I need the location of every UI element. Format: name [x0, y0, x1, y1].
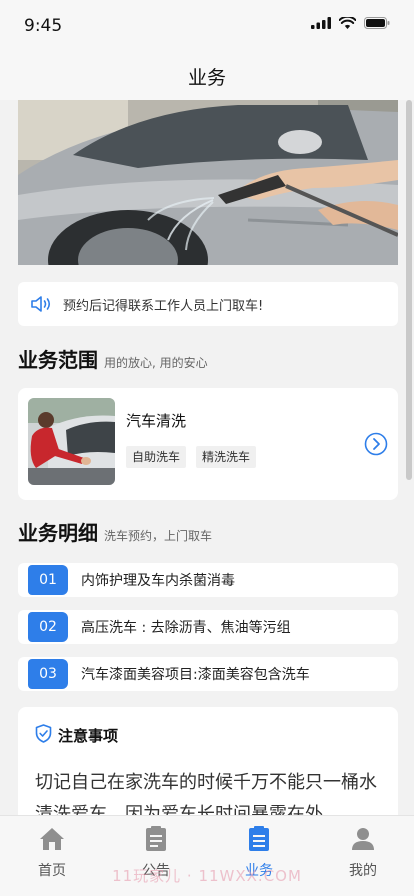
service-card-car-wash[interactable]: 汽车清洗 自助洗车 精洗洗车	[18, 388, 398, 500]
detail-number-badge: 02	[28, 612, 68, 642]
detail-number-badge: 01	[28, 565, 68, 595]
scroll-content[interactable]: 预约后记得联系工作人员上门取车! 业务范围 用的放心, 用的安心 汽车清洗 自助…	[0, 100, 414, 815]
status-icons	[311, 17, 390, 29]
notice-bar: 预约后记得联系工作人员上门取车!	[18, 282, 398, 326]
service-tag-fine-wash[interactable]: 精洗洗车	[196, 446, 257, 468]
chevron-right-circle-icon[interactable]	[364, 432, 388, 456]
caution-header: 注意事项	[35, 724, 118, 747]
watermark-text: 11玩家儿 · 11WXX.COM	[112, 867, 302, 885]
notice-text: 预约后记得联系工作人员上门取车!	[63, 298, 264, 314]
scope-header: 业务范围 用的放心, 用的安心	[18, 344, 208, 373]
section-subtitle-scope: 用的放心, 用的安心	[104, 356, 208, 370]
service-thumbnail-image	[28, 398, 115, 485]
tab-bar: 首页 公告 业务 我的 11玩家儿 · 11WXX.COM	[0, 815, 414, 896]
battery-icon	[364, 17, 390, 29]
detail-item[interactable]: 03 汽车漆面美容项目:漆面美容包含洗车	[18, 657, 398, 691]
section-subtitle-details: 洗车预约，上门取车	[104, 529, 213, 543]
status-bar: 9:45	[0, 0, 414, 50]
page-title: 业务	[187, 67, 226, 89]
banner-car-wash-image[interactable]	[18, 100, 398, 265]
service-tag-self-wash[interactable]: 自助洗车	[126, 446, 187, 468]
service-name: 汽车清洗	[126, 412, 187, 430]
user-icon	[350, 826, 376, 852]
wifi-icon	[339, 17, 356, 29]
scrollbar[interactable]	[406, 100, 412, 480]
caution-body-text: 切记自己在家洗车的时候千万不能只一桶水清洗爱车，因为爱车长时间暴露在外	[35, 772, 377, 815]
caution-title: 注意事项	[58, 727, 119, 745]
details-header: 业务明细 洗车预约，上门取车	[18, 517, 212, 546]
detail-item[interactable]: 01 内饰护理及车内杀菌消毒	[18, 563, 398, 597]
navbar: 业务	[0, 50, 414, 100]
detail-item[interactable]: 02 高压洗车 : 去除沥青、焦油等污组	[18, 610, 398, 644]
business-list-icon	[246, 826, 272, 852]
cellular-signal-icon	[311, 17, 331, 29]
detail-text: 高压洗车 : 去除沥青、焦油等污组	[81, 620, 291, 636]
caution-card: 注意事项 切记自己在家洗车的时候千万不能只一桶水清洗爱车，因为爱车长时间暴露在外	[18, 707, 398, 815]
section-title-scope: 业务范围	[18, 348, 98, 372]
speaker-icon	[31, 296, 53, 312]
shield-check-icon	[35, 724, 52, 747]
notice-board-icon	[143, 826, 169, 852]
home-icon	[39, 826, 65, 852]
status-time: 9:45	[24, 16, 63, 36]
section-title-details: 业务明细	[18, 521, 98, 545]
detail-text: 内饰护理及车内杀菌消毒	[81, 573, 235, 589]
detail-text: 汽车漆面美容项目:漆面美容包含洗车	[81, 667, 310, 683]
detail-number-badge: 03	[28, 659, 68, 689]
